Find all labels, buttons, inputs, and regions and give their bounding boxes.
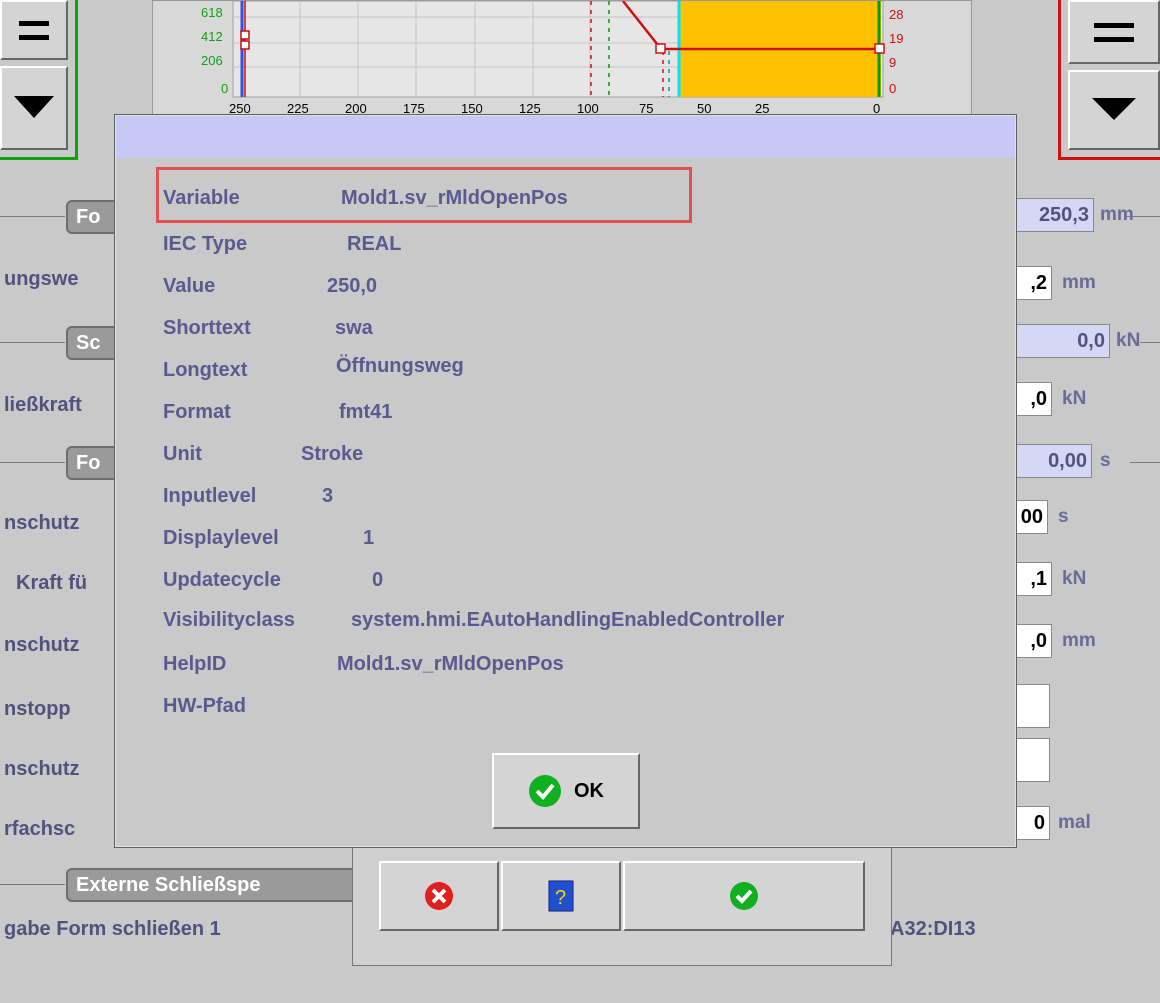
bottom-button-bar: ? [352, 840, 892, 966]
section-line [0, 884, 65, 885]
variable-info-dialog: Variable Mold1.sv_rMldOpenPos IEC Type R… [114, 114, 1017, 848]
left-tick: 412 [201, 29, 223, 44]
value-field[interactable]: 0,0 [1012, 324, 1110, 358]
unit-label: mm [1100, 204, 1134, 225]
value-field[interactable]: ,2 [1012, 266, 1052, 300]
dialog-label: Unit [163, 443, 202, 465]
value-field[interactable]: 0 [1012, 806, 1050, 840]
dialog-value: Mold1.sv_rMldOpenPos [337, 653, 564, 675]
form-label: nschutz [4, 634, 80, 656]
value-field[interactable] [1012, 684, 1050, 728]
dialog-label: Inputlevel [163, 485, 257, 507]
help-button[interactable]: ? [501, 861, 621, 931]
right-tick: 28 [889, 7, 904, 22]
unit-label: kN [1062, 388, 1087, 409]
menu-icon [1094, 23, 1134, 42]
dialog-title-bar [116, 116, 1015, 158]
value-field[interactable]: ,0 [1012, 382, 1052, 416]
help-book-icon: ? [548, 880, 574, 912]
left-menu-button[interactable] [0, 0, 68, 60]
dialog-value: 3 [322, 485, 334, 507]
unit-label: mm [1062, 630, 1096, 651]
value-field[interactable]: 0,00 [1012, 444, 1092, 478]
svg-text:?: ? [555, 887, 566, 909]
section-line [1130, 462, 1160, 463]
dialog-value: swa [335, 317, 373, 339]
right-down-button[interactable] [1068, 70, 1160, 150]
confirm-button[interactable] [623, 861, 865, 931]
dialog-value: 250,0 [327, 275, 378, 297]
check-icon [730, 882, 758, 910]
check-icon [529, 775, 561, 807]
dialog-label: IEC Type [163, 233, 248, 255]
right-tick: 19 [889, 31, 904, 46]
unit-label: kN [1062, 568, 1087, 589]
chart-panel: 618 412 206 0 28 19 9 0 250 225 200 175 … [152, 0, 972, 118]
form-label: nstopp [4, 698, 71, 720]
value-field[interactable] [1012, 738, 1050, 782]
form-label: nschutz [4, 758, 80, 780]
form-label: nschutz [4, 512, 80, 534]
dialog-label: Longtext [163, 359, 248, 381]
section-line [0, 462, 65, 463]
dialog-label: Displaylevel [163, 527, 279, 549]
form-label: rfachsc [4, 818, 76, 840]
section-line [0, 342, 65, 343]
dialog-value: fmt41 [339, 401, 393, 423]
section-line [1140, 342, 1160, 343]
right-tick: 0 [889, 81, 897, 96]
dialog-label: Value [163, 275, 216, 297]
dialog-label: HW-Pfad [163, 695, 246, 717]
cancel-icon [425, 882, 453, 910]
dialog-value: REAL [347, 233, 402, 255]
dialog-label: Format [163, 401, 231, 423]
dialog-label: Shorttext [163, 317, 251, 339]
section-tab-externe-schliesssperre[interactable]: Externe Schließspe [66, 868, 366, 902]
menu-icon [19, 21, 49, 40]
ok-button[interactable]: OK [492, 753, 640, 829]
form-label: Kraft fü [16, 572, 88, 594]
arrow-down-icon [1092, 98, 1136, 120]
section-line [1126, 216, 1160, 217]
form-label: ließkraft [4, 394, 82, 416]
form-label-bottom-right: A32:DI13 [890, 918, 976, 940]
dialog-label: Updatecycle [163, 569, 281, 591]
left-tick: 0 [221, 81, 229, 96]
dialog-value: Mold1.sv_rMldOpenPos [341, 187, 568, 209]
arrow-down-icon [14, 96, 54, 118]
unit-label: kN [1116, 330, 1141, 351]
form-label-bottom: gabe Form schließen 1 [4, 918, 221, 940]
value-field[interactable]: 00 [1012, 500, 1048, 534]
dialog-value: Stroke [301, 443, 364, 465]
value-field[interactable]: ,0 [1012, 624, 1052, 658]
ok-label: OK [574, 779, 604, 802]
dialog-value: Öffnungsweg [336, 355, 464, 377]
left-tick: 618 [201, 5, 223, 20]
dialog-label: Variable [163, 187, 240, 209]
right-menu-button[interactable] [1068, 0, 1160, 64]
dialog-label: HelpID [163, 653, 227, 675]
value-field[interactable]: 250,3 [1012, 198, 1094, 232]
dialog-value: 0 [372, 569, 384, 591]
section-line [0, 216, 65, 217]
unit-label: mm [1062, 272, 1096, 293]
unit-label: s [1058, 506, 1069, 527]
value-field[interactable]: ,1 [1012, 562, 1052, 596]
unit-label: mal [1058, 812, 1091, 833]
dialog-value: 1 [363, 527, 375, 549]
left-down-button[interactable] [0, 66, 68, 150]
dialog-value: system.hmi.EAutoHandlingEnabledControlle… [351, 609, 785, 631]
left-tick: 206 [201, 53, 223, 68]
cancel-button[interactable] [379, 861, 499, 931]
form-label: ungswe [4, 268, 79, 290]
dialog-label: Visibilityclass [163, 609, 295, 631]
unit-label: s [1100, 450, 1111, 471]
right-tick: 9 [889, 55, 897, 70]
